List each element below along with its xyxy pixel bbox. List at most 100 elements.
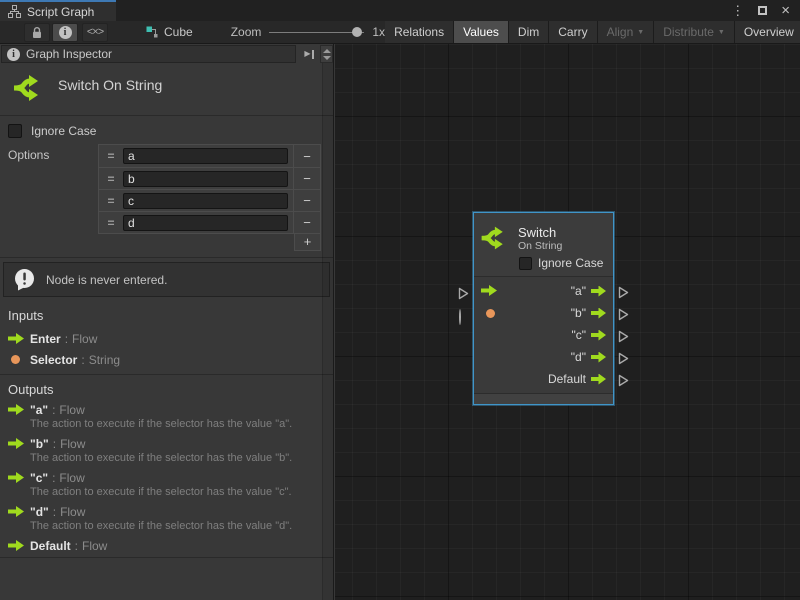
input-port-selector: Selector : String [8, 349, 333, 370]
tab-script-graph[interactable]: Script Graph [0, 0, 116, 21]
toolbar-button[interactable]: Overview ▼ [735, 21, 800, 43]
drag-handle[interactable]: = [99, 194, 123, 208]
external-flow-output-port[interactable] [618, 374, 629, 390]
port-name: Default [30, 539, 71, 553]
zoom-slider-handle[interactable] [352, 27, 362, 37]
outputs-section-title: Outputs [8, 382, 333, 397]
remove-option-button[interactable]: − [293, 212, 320, 233]
option-input[interactable] [123, 148, 288, 164]
graph-canvas[interactable]: Switch On String Ignore Case "a" "b" "c"… [335, 44, 800, 600]
window-tab-bar: Script Graph ⋮ × [0, 0, 800, 21]
option-input[interactable] [123, 215, 288, 231]
remove-option-button[interactable]: − [293, 168, 320, 189]
dock-panel-button[interactable]: ▶ [298, 45, 320, 63]
code-preview-button[interactable]: <×> [82, 23, 108, 42]
breadcrumb[interactable]: Cube [146, 21, 193, 43]
port-name: Enter [30, 332, 61, 346]
options-list: = − = − = − = − [98, 144, 321, 234]
node-output-port[interactable]: Default [474, 368, 613, 390]
toolbar-button[interactable]: Relations ▼ [385, 21, 453, 43]
drag-handle[interactable]: = [99, 172, 123, 186]
output-port-item: "d" : Flow The action to execute if the … [0, 504, 333, 533]
lock-button[interactable] [24, 23, 50, 42]
external-flow-output-port[interactable] [618, 352, 629, 368]
scrub-up-icon [323, 49, 331, 53]
dock-bar-icon [312, 50, 314, 59]
zoom-slider[interactable] [269, 32, 364, 33]
zoom-value: 1x [372, 25, 385, 39]
external-flow-output-port[interactable] [618, 330, 629, 346]
remove-option-button[interactable]: − [293, 145, 320, 167]
maximize-icon[interactable] [758, 6, 767, 15]
external-flow-output-port[interactable] [618, 308, 629, 324]
add-option-button[interactable]: + [294, 234, 321, 251]
toolbar-buttons: Relations ▼ Values ▼ Dim ▼ Carry ▼ Align… [385, 21, 800, 43]
outputs-list: "a" : Flow The action to execute if the … [0, 402, 333, 553]
zoom-label: Zoom [231, 25, 262, 39]
scrub-down-icon [323, 56, 331, 60]
external-flow-input-port[interactable] [458, 287, 469, 303]
node-port-label: "d" [571, 350, 586, 364]
ignore-case-checkbox[interactable] [8, 124, 22, 138]
node-port-label: Default [548, 372, 586, 386]
option-input[interactable] [123, 193, 288, 209]
flow-port-icon [591, 308, 606, 319]
script-graph-icon [8, 5, 21, 18]
inspector-scrollbar-track[interactable] [322, 63, 333, 600]
port-name: "b" [30, 437, 49, 451]
node-subtitle: On String [518, 240, 562, 252]
node-header[interactable]: Switch On String Ignore Case [474, 213, 613, 277]
output-port-item: "c" : Flow The action to execute if the … [0, 470, 333, 499]
node-ignore-case-checkbox[interactable] [519, 257, 532, 270]
port-type: Flow [72, 332, 97, 346]
node-port-label: "b" [571, 306, 586, 320]
external-flow-output-port[interactable] [618, 286, 629, 302]
remove-option-button[interactable]: − [293, 190, 320, 211]
node-output-port[interactable]: "d" [474, 346, 613, 368]
inspector-header-title: Graph Inspector [26, 47, 112, 61]
drag-handle[interactable]: = [99, 149, 123, 163]
switch-node-icon [480, 224, 508, 252]
port-name: "c" [30, 471, 48, 485]
switch-on-string-node[interactable]: Switch On String Ignore Case "a" "b" "c"… [473, 212, 614, 405]
node-footer [474, 393, 613, 404]
flow-port-icon [8, 540, 24, 551]
output-port-item: "b" : Flow The action to execute if the … [0, 436, 333, 465]
window-menu-icon[interactable]: ⋮ [731, 4, 744, 17]
toolbar-button[interactable]: Distribute ▼ [654, 21, 734, 43]
option-row: = − [99, 189, 320, 211]
inspector-toggle-button[interactable]: i [52, 23, 78, 42]
port-description: The action to execute if the selector ha… [30, 417, 333, 431]
port-type: String [89, 353, 120, 367]
toolbar-button[interactable]: Carry ▼ [549, 21, 596, 43]
flow-port-icon [8, 404, 24, 415]
option-row: = − [99, 211, 320, 233]
toolbar-button[interactable]: Values ▼ [454, 21, 508, 43]
dropdown-arrow-icon: ▼ [718, 29, 725, 36]
tab-title: Script Graph [27, 5, 94, 19]
toolbar-button-label: Relations [394, 25, 444, 39]
toolbar-button[interactable]: Align ▼ [598, 21, 654, 43]
port-name: "d" [30, 505, 49, 519]
node-output-port[interactable]: "c" [474, 324, 613, 346]
drag-handle[interactable]: = [99, 216, 123, 230]
option-row: = − [99, 145, 320, 167]
external-value-input-port[interactable] [459, 310, 461, 324]
option-input[interactable] [123, 171, 288, 187]
dock-arrow-icon: ▶ [304, 50, 310, 58]
node-title: Switch [518, 225, 562, 240]
node-selector-port[interactable] [486, 309, 495, 318]
toolbar-button[interactable]: Dim ▼ [509, 21, 548, 43]
port-name: Selector [30, 353, 77, 367]
port-type: Flow [60, 437, 85, 451]
warning-message: Node is never entered. [3, 262, 330, 297]
toolbar-button-label: Carry [558, 25, 587, 39]
ignore-case-label: Ignore Case [31, 124, 96, 138]
info-icon: i [7, 48, 20, 61]
port-type: Flow [60, 505, 85, 519]
node-port-label: "c" [571, 328, 586, 342]
panel-scrubber[interactable] [320, 45, 333, 63]
port-name: "a" [30, 403, 48, 417]
flow-port-icon [591, 286, 606, 297]
close-icon[interactable]: × [781, 3, 790, 18]
